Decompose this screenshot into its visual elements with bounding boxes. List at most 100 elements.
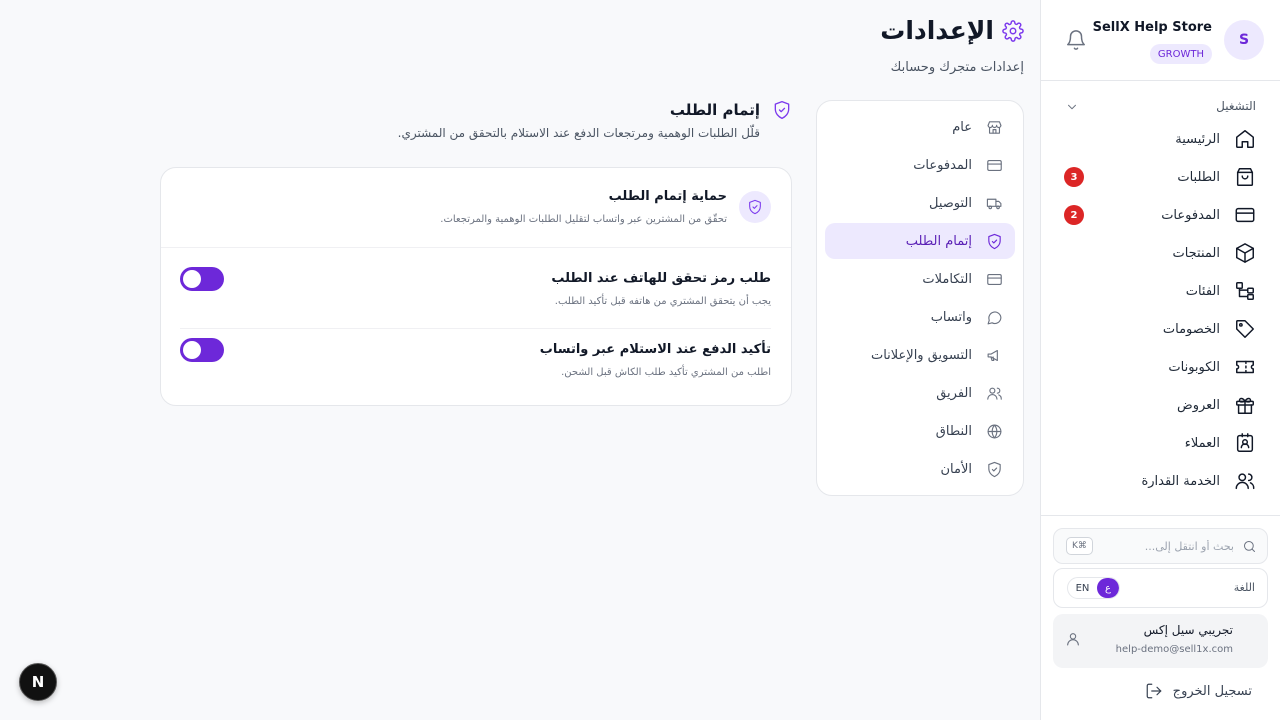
settings-tab-integrations[interactable]: التكاملات — [825, 261, 1015, 297]
settings-tab-security[interactable]: الأمان — [825, 451, 1015, 487]
section-label: التشغيل — [1216, 99, 1256, 113]
settings-tab-general[interactable]: عام — [825, 109, 1015, 145]
user-name: تجريبي سيل إكس — [1143, 623, 1233, 637]
sidebar-item-offers[interactable]: العروض — [1040, 386, 1280, 424]
sidebar-item-label: الرئيسية — [1175, 131, 1220, 147]
keyboard-shortcut: K⌘ — [1066, 537, 1093, 555]
sidebar-item-label: المدفوعات — [1161, 207, 1220, 223]
plan-badge: GROWTH — [1149, 44, 1212, 64]
language-option-en[interactable]: EN — [1068, 578, 1097, 598]
page-title: الإعدادات — [880, 16, 994, 45]
sidebar-item-label: العروض — [1176, 397, 1220, 413]
settings-tab-marketing[interactable]: التسويق والإعلانات — [825, 337, 1015, 373]
user-icon — [1065, 631, 1081, 647]
settings-tab-label: الفريق — [936, 385, 972, 401]
users-icon — [1234, 470, 1256, 492]
truck-icon — [986, 195, 1003, 212]
settings-tab-payments[interactable]: المدفوعات — [825, 147, 1015, 183]
settings-tab-label: التسويق والإعلانات — [870, 347, 972, 363]
card-description: تحقّق من المشترين عبر واتساب لتقليل الطل… — [440, 214, 727, 225]
box-icon — [1234, 242, 1256, 264]
globe-icon — [986, 423, 1003, 440]
payments-count-badge: 2 — [1064, 205, 1084, 225]
section-subtitle: قلّل الطلبات الوهمية ومرتجعات الدفع عند … — [397, 126, 760, 140]
shield-check-icon — [986, 233, 1003, 250]
cod-whatsapp-toggle[interactable] — [180, 338, 224, 362]
page-subtitle: إعدادات متجرك وحسابك — [890, 60, 1024, 75]
sidebar-item-coupons[interactable]: الكوبونات — [1040, 348, 1280, 386]
search-box[interactable]: K⌘ — [1053, 528, 1268, 564]
search-input[interactable] — [1114, 539, 1234, 553]
section-title: إتمام الطلب — [669, 101, 760, 119]
contact-icon — [1234, 432, 1256, 454]
settings-tab-checkout[interactable]: إتمام الطلب — [825, 223, 1015, 259]
card-header: حماية إتمام الطلب تحقّق من المشترين عبر … — [161, 168, 791, 248]
settings-tab-whatsapp[interactable]: واتساب — [825, 299, 1015, 335]
sidebar-item-label: الفئات — [1185, 283, 1220, 299]
settings-tab-delivery[interactable]: التوصيل — [825, 185, 1015, 221]
store-avatar[interactable]: S — [1224, 20, 1264, 60]
settings-tab-label: إتمام الطلب — [905, 233, 972, 249]
shield-check-icon — [986, 461, 1003, 478]
section-header: إتمام الطلب قلّل الطلبات الوهمية ومرتجعا… — [160, 100, 792, 140]
setting-title: تأكيد الدفع عند الاستلام عبر واتساب — [539, 342, 771, 357]
nextjs-dev-badge[interactable]: N — [19, 663, 57, 701]
toggle-knob — [183, 270, 201, 288]
bell-icon[interactable] — [1065, 29, 1087, 51]
checkout-protection-card: حماية إتمام الطلب تحقّق من المشترين عبر … — [160, 167, 792, 406]
store-header: S SellX Help Store GROWTH — [1041, 0, 1280, 81]
setting-row-phone-otp: طلب رمز تحقق للهاتف عند الطلب يجب أن يتح… — [180, 259, 771, 329]
user-card[interactable]: تجريبي سيل إكس help-demo@sell1x.com — [1053, 614, 1268, 668]
shield-check-icon — [739, 191, 771, 223]
phone-otp-toggle[interactable] — [180, 267, 224, 291]
setting-row-cod-whatsapp: تأكيد الدفع عند الاستلام عبر واتساب اطلب… — [180, 330, 771, 400]
settings-tab-label: واتساب — [930, 309, 972, 325]
logout-icon — [1145, 682, 1163, 700]
logout-label: تسجيل الخروج — [1172, 683, 1252, 699]
setting-description: يجب أن يتحقق المشتري من هاتفه قبل تأكيد … — [554, 296, 771, 307]
sidebar-item-customers[interactable]: العملاء — [1040, 424, 1280, 462]
language-toggle[interactable]: EN ع — [1067, 577, 1120, 599]
gear-icon — [1002, 19, 1024, 42]
logout-button[interactable]: تسجيل الخروج — [1145, 682, 1252, 700]
sidebar-item-label: الخدمة القدارة — [1141, 473, 1220, 489]
search-icon — [1242, 539, 1257, 554]
settings-tab-domain[interactable]: النطاق — [825, 413, 1015, 449]
sidebar-item-products[interactable]: المنتجات — [1040, 234, 1280, 272]
ticket-icon — [1234, 356, 1256, 378]
sidebar-item-home[interactable]: الرئيسية — [1040, 120, 1280, 158]
home-icon — [1234, 128, 1256, 150]
orders-count-badge: 3 — [1064, 167, 1084, 187]
settings-tab-label: الأمان — [940, 461, 973, 477]
sidebar-item-payments[interactable]: المدفوعات 2 — [1040, 196, 1280, 234]
sidebar: S SellX Help Store GROWTH التشغيل الرئيس… — [1040, 0, 1280, 720]
sidebar-item-label: العملاء — [1184, 435, 1220, 451]
chevron-down-icon[interactable] — [1065, 100, 1079, 114]
shopping-bag-icon — [1234, 166, 1256, 188]
settings-tab-team[interactable]: الفريق — [825, 375, 1015, 411]
sidebar-item-label: الكوبونات — [1168, 359, 1220, 375]
sidebar-item-orders[interactable]: الطلبات 3 — [1040, 158, 1280, 196]
shield-check-icon — [772, 100, 792, 120]
store-name: SellX Help Store — [1092, 20, 1212, 35]
categories-icon — [1234, 280, 1256, 302]
chat-icon — [986, 309, 1003, 326]
sidebar-item-discounts[interactable]: الخصومات — [1040, 310, 1280, 348]
setting-description: اطلب من المشتري تأكيد طلب الكاش قبل الشح… — [561, 367, 771, 378]
sidebar-item-managed-service[interactable]: الخدمة القدارة — [1040, 462, 1280, 500]
settings-nav: عام المدفوعات التوصيل إتمام الطلب التكام… — [816, 100, 1024, 496]
settings-tab-label: التوصيل — [928, 195, 972, 211]
language-option-ar[interactable]: ع — [1097, 578, 1119, 598]
user-email: help-demo@sell1x.com — [1115, 644, 1233, 655]
language-switcher: اللغة EN ع — [1053, 568, 1268, 608]
settings-tab-label: عام — [952, 119, 972, 135]
megaphone-icon — [986, 347, 1003, 364]
settings-tab-label: المدفوعات — [913, 157, 972, 173]
setting-title: طلب رمز تحقق للهاتف عند الطلب — [551, 271, 771, 286]
users-icon — [986, 385, 1003, 402]
toggle-knob — [183, 341, 201, 359]
credit-card-icon — [1234, 204, 1256, 226]
sidebar-item-categories[interactable]: الفئات — [1040, 272, 1280, 310]
sidebar-item-label: الطلبات — [1177, 169, 1220, 185]
sidebar-nav: الرئيسية الطلبات 3 المدفوعات 2 المنتجات … — [1040, 120, 1280, 500]
